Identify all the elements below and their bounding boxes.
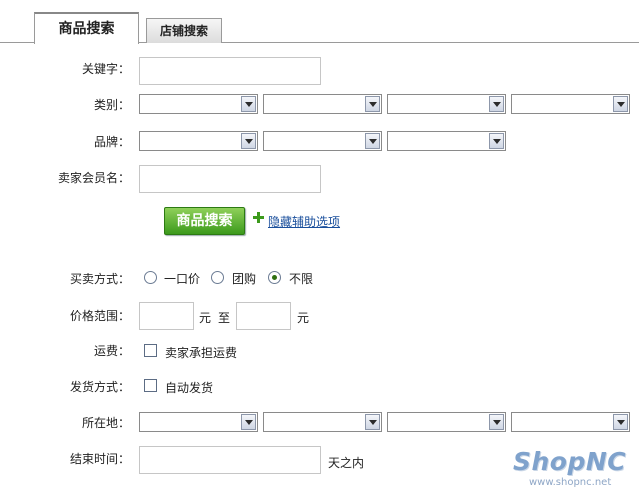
radio-fixed-price[interactable] (144, 271, 157, 284)
brand-select-3[interactable] (387, 131, 506, 151)
chevron-down-icon (241, 96, 256, 112)
chevron-down-icon (365, 414, 380, 430)
chevron-down-icon (613, 96, 628, 112)
trade-type-label: 买卖方式： (69, 272, 130, 286)
price-max-input[interactable] (236, 302, 291, 330)
tab-product-search[interactable]: 商品搜索 (34, 12, 139, 44)
chevron-down-icon (613, 414, 628, 430)
seller-label: 卖家会员名： (57, 171, 130, 185)
category-label: 类别： (93, 98, 130, 112)
price-to-label: 至 (218, 311, 231, 325)
plus-icon (253, 212, 264, 223)
product-search-button[interactable]: 商品搜索 (164, 207, 245, 235)
delivery-label: 发货方式： (69, 380, 130, 394)
brand-select-1[interactable] (139, 131, 258, 151)
end-time-label: 结束时间： (69, 452, 130, 466)
search-tabs: 商品搜索 店铺搜索 (0, 0, 639, 44)
auto-delivery-checkbox[interactable] (144, 379, 157, 392)
seller-pays-shipping-checkbox[interactable] (144, 344, 157, 357)
end-time-unit: 天之内 (328, 456, 365, 470)
chevron-down-icon (489, 414, 504, 430)
tab-shop-search[interactable]: 店铺搜索 (146, 18, 222, 43)
seller-input[interactable] (139, 165, 321, 193)
keyword-input[interactable] (139, 57, 321, 85)
location-select-4[interactable] (511, 412, 630, 432)
keyword-label: 关键字： (81, 62, 130, 76)
price-unit-max: 元 (297, 311, 310, 325)
category-select-2[interactable] (263, 94, 382, 114)
shipping-label: 运费： (93, 344, 130, 358)
shopnc-logo: ShopNC (513, 447, 627, 476)
chevron-down-icon (365, 96, 380, 112)
category-select-4[interactable] (511, 94, 630, 114)
end-time-input[interactable] (139, 446, 321, 474)
location-label: 所在地： (81, 416, 130, 430)
chevron-down-icon (241, 133, 256, 149)
chevron-down-icon (489, 96, 504, 112)
chevron-down-icon (365, 133, 380, 149)
seller-pays-shipping-label: 卖家承担运费 (165, 346, 238, 360)
auto-delivery-label: 自动发货 (165, 381, 214, 395)
brand-label: 品牌： (93, 135, 130, 149)
category-select-3[interactable] (387, 94, 506, 114)
chevron-down-icon (489, 133, 504, 149)
hide-advanced-options-link[interactable]: 隐藏辅助选项 (268, 213, 340, 230)
location-select-2[interactable] (263, 412, 382, 432)
chevron-down-icon (241, 414, 256, 430)
location-select-3[interactable] (387, 412, 506, 432)
radio-unlimited[interactable] (268, 271, 281, 284)
radio-group-buy[interactable] (211, 271, 224, 284)
radio-fixed-price-label: 一口价 (164, 272, 201, 286)
shopnc-url: www.shopnc.net (529, 477, 612, 488)
location-select-1[interactable] (139, 412, 258, 432)
price-min-input[interactable] (139, 302, 194, 330)
category-select-1[interactable] (139, 94, 258, 114)
price-range-label: 价格范围： (69, 309, 130, 323)
brand-select-2[interactable] (263, 131, 382, 151)
radio-group-buy-label: 团购 (232, 272, 257, 286)
price-unit-min: 元 (199, 311, 212, 325)
radio-unlimited-label: 不限 (289, 272, 314, 286)
